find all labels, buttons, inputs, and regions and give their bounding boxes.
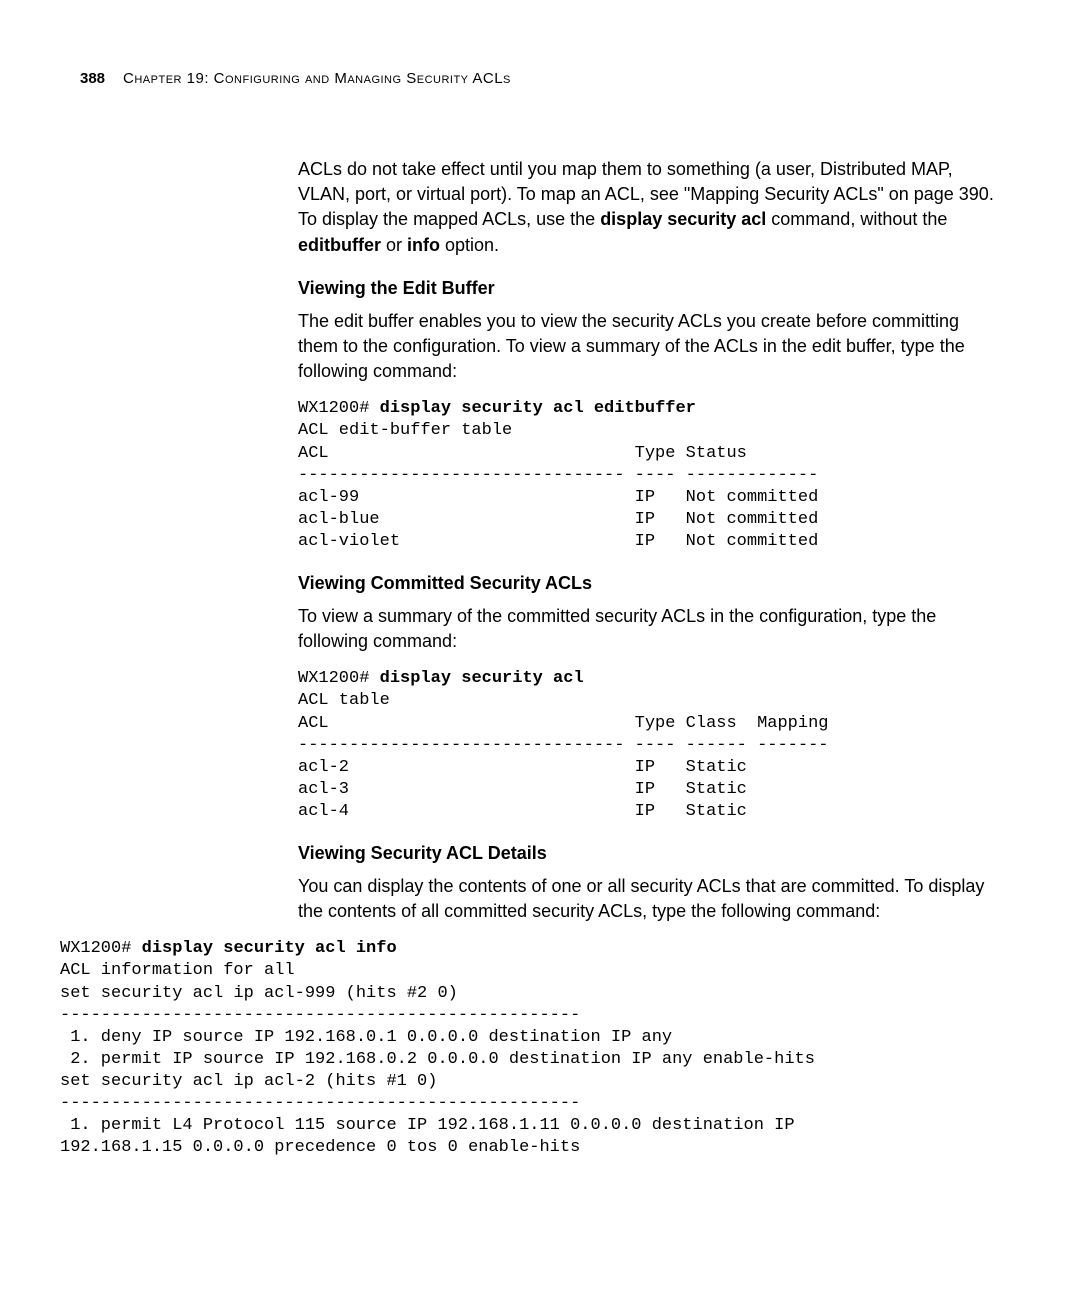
heading-viewing-committed: Viewing Committed Security ACLs xyxy=(298,573,1000,594)
bold-command: display security acl xyxy=(600,209,766,229)
cli-prompt: WX1200# xyxy=(298,669,380,688)
running-header: 388 Chapter 19: Configuring and Managing… xyxy=(80,70,1000,87)
bold-option: info xyxy=(407,235,440,255)
intro-paragraph: ACLs do not take effect until you map th… xyxy=(298,157,1000,258)
text-run: command, without the xyxy=(766,209,947,229)
cli-output: ACL information for all set security acl… xyxy=(60,961,815,1157)
cli-prompt: WX1200# xyxy=(298,399,380,418)
text-run: option. xyxy=(440,235,499,255)
heading-viewing-edit-buffer: Viewing the Edit Buffer xyxy=(298,278,1000,299)
heading-viewing-details: Viewing Security ACL Details xyxy=(298,843,1000,864)
text-run: or xyxy=(381,235,407,255)
cli-output: ACL table ACL Type Class Mapping -------… xyxy=(298,691,829,820)
wide-code-block: WX1200# display security acl info ACL in… xyxy=(60,938,1000,1159)
sec1-paragraph: The edit buffer enables you to view the … xyxy=(298,309,1000,385)
cli-command: display security acl xyxy=(380,669,584,688)
bold-option: editbuffer xyxy=(298,235,381,255)
chapter-title: Chapter 19: Configuring and Managing Sec… xyxy=(123,70,511,87)
sec3-paragraph: You can display the contents of one or a… xyxy=(298,874,1000,924)
sec1-code-block: WX1200# display security acl editbuffer … xyxy=(298,398,1000,553)
cli-prompt: WX1200# xyxy=(60,939,142,958)
sec2-paragraph: To view a summary of the committed secur… xyxy=(298,604,1000,654)
cli-output: ACL edit-buffer table ACL Type Status --… xyxy=(298,421,818,550)
sec2-code-block: WX1200# display security acl ACL table A… xyxy=(298,668,1000,823)
page-number: 388 xyxy=(80,70,105,87)
cli-command: display security acl editbuffer xyxy=(380,399,696,418)
cli-command: display security acl info xyxy=(142,939,397,958)
sec3-code-block: WX1200# display security acl info ACL in… xyxy=(60,938,1000,1159)
main-content: ACLs do not take effect until you map th… xyxy=(298,157,1000,924)
